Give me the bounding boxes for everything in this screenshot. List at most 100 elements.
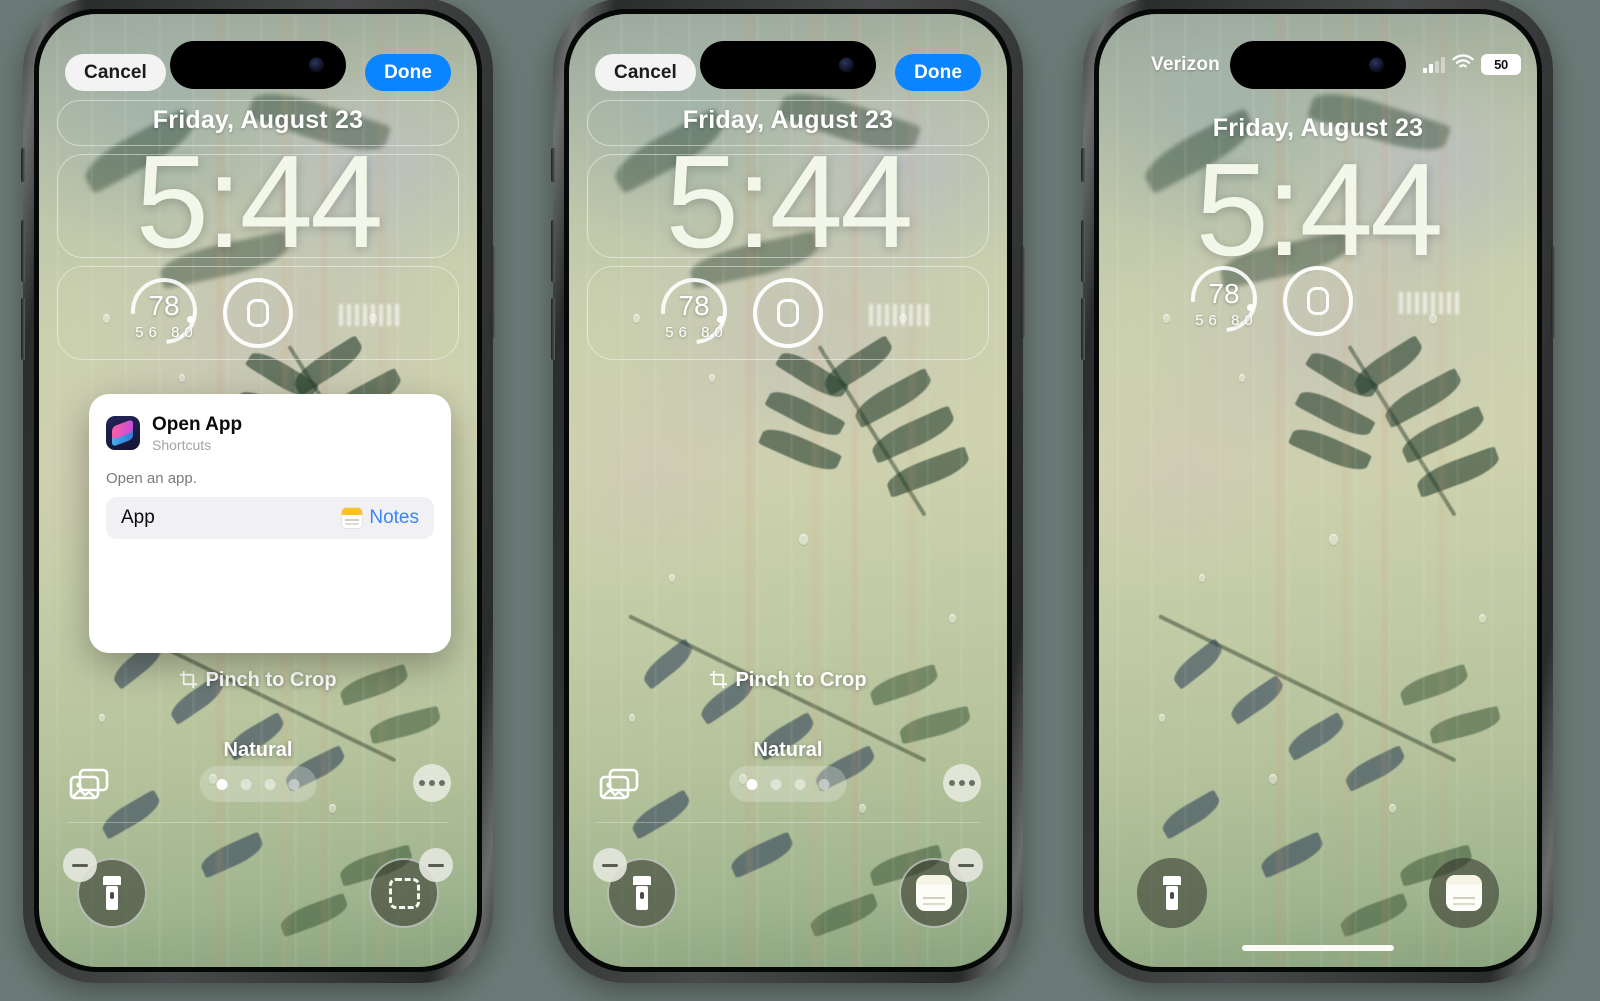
controls-divider	[67, 822, 449, 823]
notes-icon	[1446, 875, 1482, 911]
lockscreen-content: Friday, August 23 5:44 78 56 80	[569, 14, 1007, 967]
volume-down-button[interactable]	[551, 298, 555, 360]
volume-down-button[interactable]	[21, 298, 25, 360]
wallpaper-controls-row	[39, 764, 477, 806]
watch-icon	[247, 299, 269, 327]
temperature-marker-icon	[1247, 304, 1254, 311]
volume-up-button[interactable]	[551, 220, 555, 282]
cancel-button[interactable]: Cancel	[595, 54, 696, 91]
edit-toolbar: Cancel Done	[569, 14, 1007, 100]
silent-switch[interactable]	[551, 148, 555, 182]
volume-up-button[interactable]	[21, 220, 25, 282]
phone-2-screen: Cancel Done Friday, August 23 5:44 78 56…	[569, 14, 1007, 967]
crop-icon	[179, 670, 198, 689]
more-options-icon[interactable]	[413, 764, 451, 802]
widget-row: 78 56 80	[1099, 252, 1537, 348]
phone-3: Verizon 50 Friday, August 23 5:44 78 56 …	[1081, 0, 1555, 983]
flashlight-icon	[633, 876, 651, 910]
wallpaper-page-dots[interactable]	[199, 766, 317, 802]
third-widget[interactable]	[869, 304, 929, 326]
app-selector-row[interactable]: App Notes	[106, 496, 434, 539]
watch-icon	[777, 299, 799, 327]
lockscreen-time: 5:44	[665, 128, 914, 275]
page-dot-4[interactable]	[288, 778, 300, 790]
battery-icon: 50	[1481, 54, 1521, 75]
watch-battery-widget[interactable]	[753, 278, 823, 348]
flashlight-icon	[1163, 876, 1181, 910]
controls-divider	[597, 822, 979, 823]
flashlight-icon	[103, 876, 121, 910]
page-dot-2[interactable]	[770, 778, 782, 790]
action-buttons-row	[1099, 842, 1537, 938]
screenshot-stage: Cancel Done Friday, August 23 5:44 78 56…	[0, 0, 1600, 1001]
home-indicator[interactable]	[1242, 945, 1394, 951]
flashlight-action-button[interactable]	[1137, 858, 1207, 928]
filter-name-label: Natural	[223, 739, 293, 761]
volume-up-button[interactable]	[1081, 220, 1085, 282]
app-row-value[interactable]: Notes	[342, 507, 419, 529]
page-dot-3[interactable]	[794, 778, 806, 790]
third-widget[interactable]	[1399, 292, 1459, 314]
filter-name-label: Natural	[753, 739, 823, 761]
remove-right-action-button[interactable]	[419, 848, 453, 882]
dialog-title: Open App	[152, 414, 243, 435]
widget-row: 78 56 80	[39, 264, 477, 360]
volume-down-button[interactable]	[1081, 298, 1085, 360]
empty-action-placeholder-icon	[388, 877, 420, 909]
temperature-marker-icon	[187, 316, 194, 323]
watch-battery-widget[interactable]	[1283, 266, 1353, 336]
carrier-label: Verizon	[1151, 54, 1220, 75]
front-camera-icon	[1369, 57, 1384, 73]
remove-notes-action-button[interactable]	[949, 848, 983, 882]
phone-bezel: Cancel Done Friday, August 23 5:44 78 56…	[564, 9, 1012, 972]
app-row-label: App	[121, 506, 155, 528]
photos-icon[interactable]	[69, 768, 109, 802]
widget-row: 78 56 80	[569, 264, 1007, 360]
open-app-dialog[interactable]: Open App Shortcuts Open an app. App Note…	[89, 394, 451, 653]
phone-2: Cancel Done Friday, August 23 5:44 78 56…	[551, 0, 1025, 983]
shortcuts-icon	[106, 416, 140, 451]
more-options-icon[interactable]	[943, 764, 981, 802]
cancel-button[interactable]: Cancel	[65, 54, 166, 91]
weather-range: 56 80	[665, 324, 728, 341]
weather-range: 56 80	[1195, 312, 1258, 329]
status-icons: 50	[1423, 54, 1521, 75]
done-button[interactable]: Done	[895, 54, 981, 91]
pinch-to-crop-hint: Pinch to Crop	[569, 669, 1007, 692]
dialog-header: Open App Shortcuts	[106, 414, 434, 453]
wallpaper-page-dots[interactable]	[729, 766, 847, 802]
page-dot-1[interactable]	[216, 778, 228, 790]
watch-battery-widget[interactable]	[223, 278, 293, 348]
weather-widget[interactable]: 78 56 80	[647, 264, 741, 358]
power-button[interactable]	[1551, 246, 1555, 338]
notes-icon	[342, 507, 363, 528]
silent-switch[interactable]	[21, 148, 25, 182]
done-button[interactable]: Done	[365, 54, 451, 91]
cellular-signal-icon	[1423, 56, 1445, 73]
remove-flashlight-button[interactable]	[63, 848, 97, 882]
dialog-description: Open an app.	[106, 469, 197, 487]
page-dot-1[interactable]	[746, 778, 758, 790]
weather-widget[interactable]: 78 56 80	[1177, 252, 1271, 346]
weather-widget[interactable]: 78 56 80	[117, 264, 211, 358]
third-widget[interactable]	[339, 304, 399, 326]
remove-flashlight-button[interactable]	[593, 848, 627, 882]
pinch-to-crop-hint: Pinch to Crop	[39, 669, 477, 692]
photos-icon[interactable]	[599, 768, 639, 802]
action-buttons-row	[569, 842, 1007, 938]
page-dot-3[interactable]	[264, 778, 276, 790]
watch-icon	[1307, 287, 1329, 315]
page-dot-4[interactable]	[818, 778, 830, 790]
silent-switch[interactable]	[1081, 148, 1085, 182]
phone-bezel: Verizon 50 Friday, August 23 5:44 78 56 …	[1094, 9, 1542, 972]
weather-range: 56 80	[135, 324, 198, 341]
power-button[interactable]	[1021, 246, 1025, 338]
lockscreen-time: 5:44	[135, 128, 384, 275]
lockscreen-content: Friday, August 23 5:44 78 56 80	[1099, 14, 1537, 967]
notes-icon	[916, 875, 952, 911]
power-button[interactable]	[491, 246, 495, 338]
wallpaper-controls-row	[569, 764, 1007, 806]
wifi-icon	[1452, 54, 1474, 75]
page-dot-2[interactable]	[240, 778, 252, 790]
notes-action-button[interactable]	[1429, 858, 1499, 928]
